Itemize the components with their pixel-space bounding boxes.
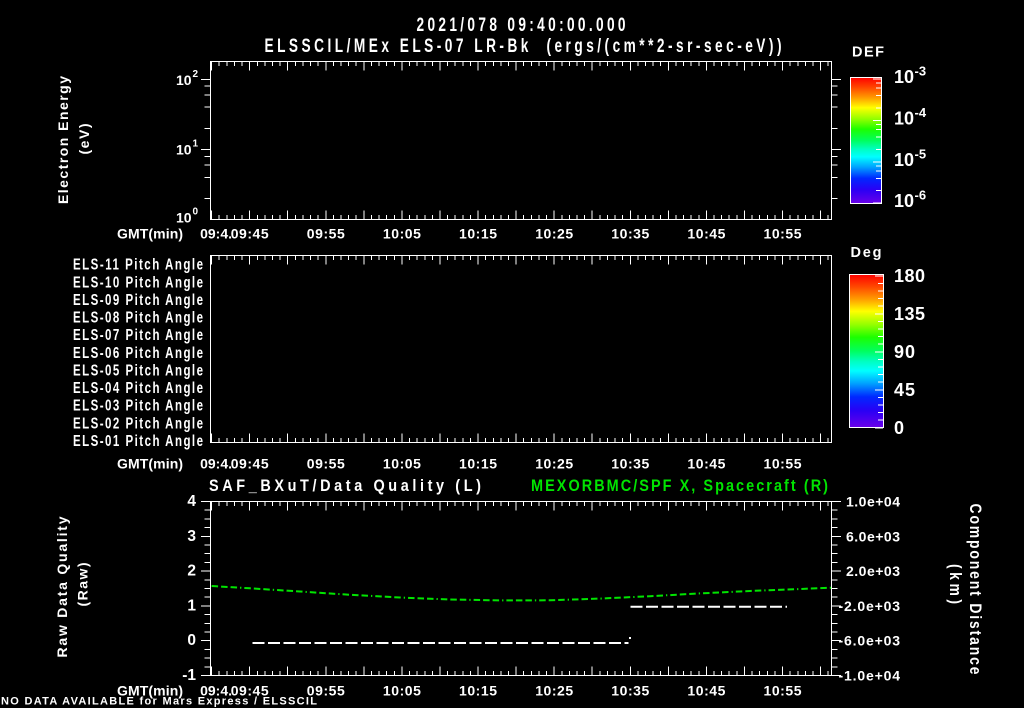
svg-text:10:05: 10:05 bbox=[383, 456, 421, 472]
svg-text:10: 10 bbox=[894, 150, 914, 170]
svg-text:-1: -1 bbox=[182, 667, 196, 684]
svg-text:09:55: 09:55 bbox=[307, 226, 345, 242]
svg-text:Component Distance: Component Distance bbox=[966, 504, 985, 675]
svg-text:1: 1 bbox=[193, 139, 199, 150]
svg-text:10:05: 10:05 bbox=[383, 226, 421, 242]
svg-text:6.0e+03: 6.0e+03 bbox=[846, 528, 900, 544]
svg-text:10: 10 bbox=[176, 142, 192, 158]
svg-text:2: 2 bbox=[193, 69, 199, 80]
svg-text:10:55: 10:55 bbox=[764, 456, 802, 472]
svg-text:0: 0 bbox=[187, 632, 196, 649]
svg-text:10:35: 10:35 bbox=[611, 456, 649, 472]
svg-text:10:05: 10:05 bbox=[383, 683, 421, 699]
svg-text:10:55: 10:55 bbox=[764, 683, 802, 699]
svg-text:10: 10 bbox=[176, 210, 192, 226]
svg-text:(Raw): (Raw) bbox=[75, 563, 91, 607]
svg-text:-6.0e+03: -6.0e+03 bbox=[839, 633, 901, 649]
svg-text:2.0e+03: 2.0e+03 bbox=[846, 563, 900, 579]
svg-text:-5: -5 bbox=[915, 146, 927, 161]
svg-text:10: 10 bbox=[894, 191, 914, 211]
svg-text:GMT(min): GMT(min) bbox=[117, 456, 183, 472]
svg-text:-6: -6 bbox=[915, 188, 927, 203]
svg-text:DEF: DEF bbox=[852, 45, 884, 61]
svg-text:10:25: 10:25 bbox=[535, 226, 573, 242]
svg-text:09:45: 09:45 bbox=[231, 226, 269, 242]
svg-text:10:15: 10:15 bbox=[459, 226, 497, 242]
svg-text:10:15: 10:15 bbox=[459, 683, 497, 699]
svg-text:-3: -3 bbox=[915, 64, 927, 79]
svg-text:-2.0e+03: -2.0e+03 bbox=[839, 598, 901, 614]
svg-text:(eV): (eV) bbox=[76, 124, 92, 155]
svg-text:2: 2 bbox=[187, 563, 196, 580]
svg-text:3: 3 bbox=[187, 528, 196, 545]
svg-text:09:45: 09:45 bbox=[231, 456, 269, 472]
svg-text:SAF_BXuT/Data Quality (L): SAF_BXuT/Data Quality (L) bbox=[209, 477, 481, 495]
svg-text:Deg: Deg bbox=[851, 245, 882, 261]
svg-text:10: 10 bbox=[176, 72, 192, 88]
svg-text:10:45: 10:45 bbox=[687, 683, 725, 699]
svg-text:45: 45 bbox=[894, 380, 915, 400]
svg-text:1: 1 bbox=[187, 597, 196, 614]
svg-text:10:25: 10:25 bbox=[535, 456, 573, 472]
svg-text:09:55: 09:55 bbox=[307, 456, 345, 472]
svg-text:10:35: 10:35 bbox=[611, 226, 649, 242]
svg-text:90: 90 bbox=[894, 342, 915, 362]
svg-text:10:25: 10:25 bbox=[535, 683, 573, 699]
svg-text:10:45: 10:45 bbox=[687, 226, 725, 242]
svg-text:10:55: 10:55 bbox=[764, 226, 802, 242]
svg-text:4: 4 bbox=[187, 493, 196, 510]
svg-text:ELSSCIL/MEx ELS-07 LR-Bk (erg: ELSSCIL/MEx ELS-07 LR-Bk (ergs/(cm**2-sr… bbox=[264, 35, 781, 57]
svg-text:-1.0e+04: -1.0e+04 bbox=[839, 668, 901, 684]
svg-text:135: 135 bbox=[894, 304, 925, 324]
svg-text:-4: -4 bbox=[915, 105, 927, 120]
svg-text:1.0e+04: 1.0e+04 bbox=[846, 494, 900, 510]
svg-text:NO DATA AVAILABLE for Mars Exp: NO DATA AVAILABLE for Mars Express / ELS… bbox=[1, 696, 317, 708]
svg-text:0: 0 bbox=[193, 207, 199, 218]
svg-text:10:35: 10:35 bbox=[611, 683, 649, 699]
svg-text:180: 180 bbox=[894, 266, 925, 286]
svg-text:09:4.: 09:4. bbox=[200, 456, 232, 472]
svg-text:GMT(min): GMT(min) bbox=[117, 226, 183, 242]
svg-text:09:4.: 09:4. bbox=[200, 226, 232, 242]
svg-text:10: 10 bbox=[894, 109, 914, 129]
svg-text:10:15: 10:15 bbox=[459, 456, 497, 472]
svg-text:MEXORBMC/SPF X, Spacecraft (R): MEXORBMC/SPF X, Spacecraft (R) bbox=[531, 477, 828, 495]
svg-text:10:45: 10:45 bbox=[687, 456, 725, 472]
svg-text:0: 0 bbox=[894, 418, 904, 438]
svg-text:10: 10 bbox=[894, 67, 914, 87]
